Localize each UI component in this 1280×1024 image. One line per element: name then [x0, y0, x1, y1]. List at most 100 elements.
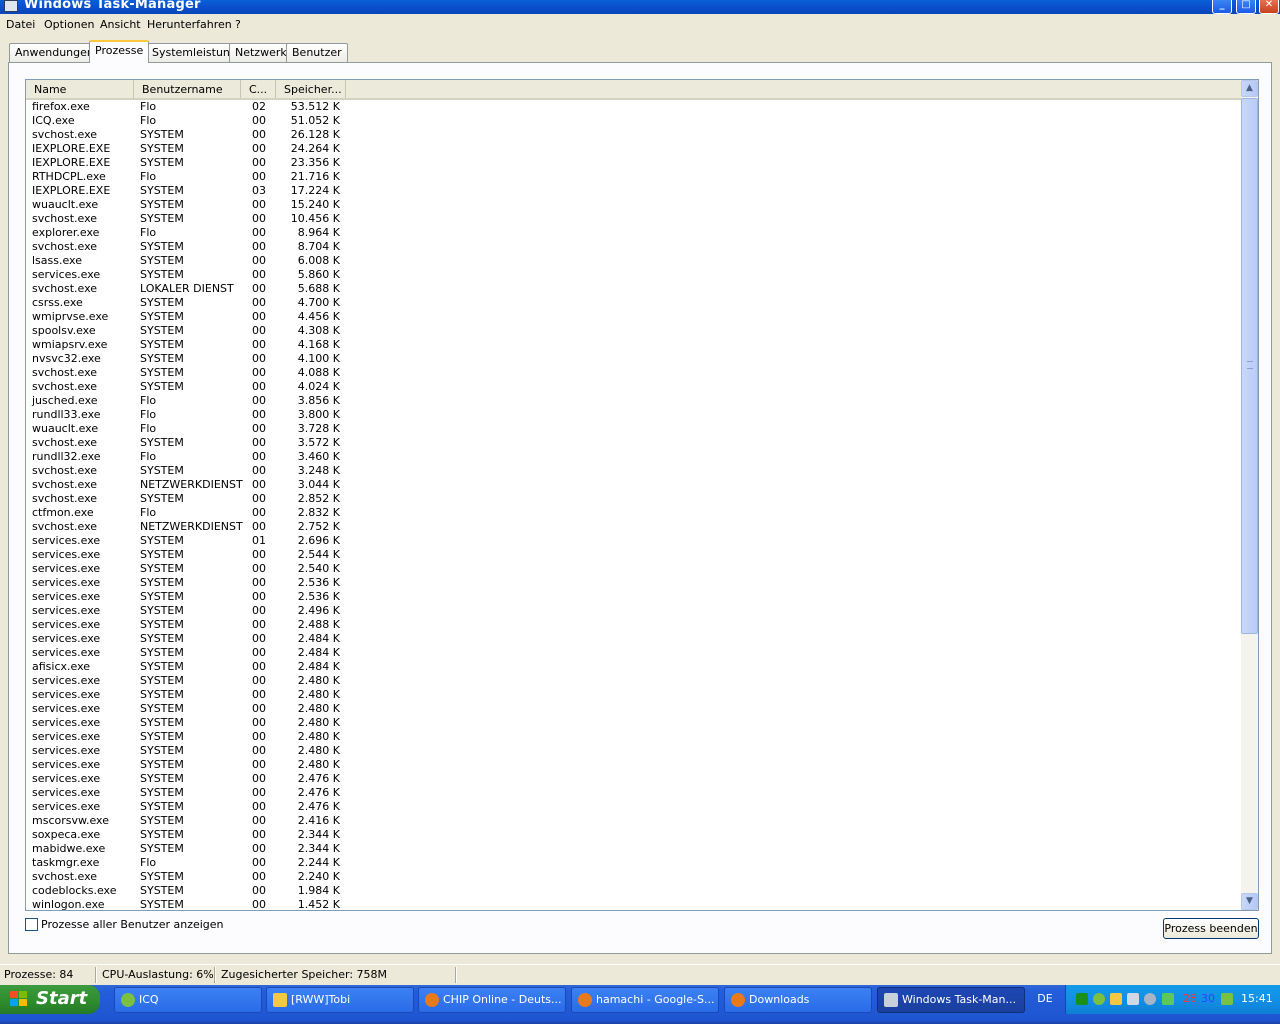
- table-row[interactable]: services.exe SYSTEM 00 2.536 K: [26, 576, 1243, 590]
- table-row[interactable]: services.exe SYSTEM 00 2.480 K: [26, 758, 1243, 772]
- column-header-username[interactable]: Benutzername: [134, 80, 241, 98]
- taskbar-button-rww-tobi[interactable]: [RWW]Tobi: [266, 987, 414, 1013]
- table-row[interactable]: svchost.exe SYSTEM 00 2.240 K: [26, 870, 1243, 884]
- table-row[interactable]: IEXPLORE.EXE SYSTEM 03 17.224 K: [26, 184, 1243, 198]
- table-row[interactable]: ctfmon.exe Flo 00 2.832 K: [26, 506, 1243, 520]
- table-row[interactable]: svchost.exe SYSTEM 00 8.704 K: [26, 240, 1243, 254]
- table-row[interactable]: services.exe SYSTEM 00 2.540 K: [26, 562, 1243, 576]
- table-row[interactable]: services.exe SYSTEM 01 2.696 K: [26, 534, 1243, 548]
- column-header-memory[interactable]: Speicher...: [276, 80, 346, 98]
- table-row[interactable]: svchost.exe SYSTEM 00 2.852 K: [26, 492, 1243, 506]
- table-row[interactable]: services.exe SYSTEM 00 2.488 K: [26, 618, 1243, 632]
- language-indicator[interactable]: DE: [1031, 990, 1059, 1008]
- tab-anwendungen[interactable]: Anwendungen: [9, 43, 100, 62]
- table-row[interactable]: svchost.exe SYSTEM 00 4.088 K: [26, 366, 1243, 380]
- tab-prozesse[interactable]: Prozesse: [89, 40, 150, 63]
- icq-tray-icon[interactable]: [1093, 993, 1105, 1005]
- checkbox-box[interactable]: [25, 918, 38, 931]
- taskbar-button-downloads[interactable]: Downloads: [724, 987, 872, 1013]
- table-row[interactable]: csrss.exe SYSTEM 00 4.700 K: [26, 296, 1243, 310]
- table-row[interactable]: services.exe SYSTEM 00 2.480 K: [26, 688, 1243, 702]
- network-icon[interactable]: [1144, 993, 1156, 1005]
- table-row[interactable]: services.exe SYSTEM 00 2.484 K: [26, 646, 1243, 660]
- table-row[interactable]: IEXPLORE.EXE SYSTEM 00 24.264 K: [26, 142, 1243, 156]
- table-row[interactable]: svchost.exe NETZWERKDIENST 00 2.752 K: [26, 520, 1243, 534]
- start-button[interactable]: Start: [0, 985, 100, 1014]
- maximize-button[interactable]: □: [1236, 0, 1256, 14]
- table-row[interactable]: services.exe SYSTEM 00 2.536 K: [26, 590, 1243, 604]
- table-row[interactable]: explorer.exe Flo 00 8.964 K: [26, 226, 1243, 240]
- table-row[interactable]: taskmgr.exe Flo 00 2.244 K: [26, 856, 1243, 870]
- table-row[interactable]: services.exe SYSTEM 00 2.476 K: [26, 800, 1243, 814]
- scroll-down-arrow-icon[interactable]: ▼: [1241, 893, 1258, 910]
- table-row[interactable]: mabidwe.exe SYSTEM 00 2.344 K: [26, 842, 1243, 856]
- table-row[interactable]: nvsvc32.exe SYSTEM 00 4.100 K: [26, 352, 1243, 366]
- table-row[interactable]: wuauclt.exe SYSTEM 00 15.240 K: [26, 198, 1243, 212]
- table-row[interactable]: mscorsvw.exe SYSTEM 00 2.416 K: [26, 814, 1243, 828]
- table-row[interactable]: services.exe SYSTEM 00 2.480 K: [26, 716, 1243, 730]
- table-row[interactable]: firefox.exe Flo 02 53.512 K: [26, 100, 1243, 114]
- end-process-button[interactable]: Prozess beenden: [1163, 918, 1259, 939]
- shield-icon[interactable]: [1110, 993, 1122, 1005]
- clock[interactable]: 15:41: [1241, 992, 1273, 1005]
- table-row[interactable]: codeblocks.exe SYSTEM 00 1.984 K: [26, 884, 1243, 898]
- menu-herunterfahren[interactable]: Herunterfahren: [147, 18, 232, 31]
- table-row[interactable]: spoolsv.exe SYSTEM 00 4.308 K: [26, 324, 1243, 338]
- table-row[interactable]: svchost.exe SYSTEM 00 10.456 K: [26, 212, 1243, 226]
- table-row[interactable]: jusched.exe Flo 00 3.856 K: [26, 394, 1243, 408]
- table-row[interactable]: services.exe SYSTEM 00 2.480 K: [26, 702, 1243, 716]
- cell-image-name: svchost.exe: [32, 240, 98, 253]
- menu-ansicht[interactable]: Ansicht: [100, 18, 141, 31]
- taskbar-button-icq[interactable]: ICQ: [114, 987, 262, 1013]
- table-row[interactable]: services.exe SYSTEM 00 2.480 K: [26, 674, 1243, 688]
- cell-memory: 24.264 K: [290, 142, 340, 155]
- tray-green-icon[interactable]: [1076, 993, 1088, 1005]
- taskbar-button-task-manager[interactable]: Windows Task-Man...: [877, 987, 1025, 1013]
- table-row[interactable]: winlogon.exe SYSTEM 00 1.452 K: [26, 898, 1243, 910]
- table-row[interactable]: services.exe SYSTEM 00 2.484 K: [26, 632, 1243, 646]
- table-row[interactable]: wmiprvse.exe SYSTEM 00 4.456 K: [26, 310, 1243, 324]
- table-row[interactable]: services.exe SYSTEM 00 5.860 K: [26, 268, 1243, 282]
- table-row[interactable]: svchost.exe SYSTEM 00 4.024 K: [26, 380, 1243, 394]
- speaker-icon[interactable]: [1127, 993, 1139, 1005]
- table-row[interactable]: wuauclt.exe Flo 00 3.728 K: [26, 422, 1243, 436]
- table-row[interactable]: soxpeca.exe SYSTEM 00 2.344 K: [26, 828, 1243, 842]
- menu-datei[interactable]: Datei: [6, 18, 35, 31]
- taskbar-button-chip-online[interactable]: CHIP Online - Deuts...: [418, 987, 566, 1013]
- table-row[interactable]: svchost.exe NETZWERKDIENST 00 3.044 K: [26, 478, 1243, 492]
- table-row[interactable]: services.exe SYSTEM 00 2.476 K: [26, 786, 1243, 800]
- nvidia-icon[interactable]: [1221, 993, 1233, 1005]
- table-row[interactable]: svchost.exe SYSTEM 00 26.128 K: [26, 128, 1243, 142]
- column-header-name[interactable]: Name: [26, 80, 134, 98]
- scrollbar-thumb[interactable]: [1241, 98, 1258, 634]
- table-row[interactable]: svchost.exe LOKALER DIENST 00 5.688 K: [26, 282, 1243, 296]
- table-row[interactable]: svchost.exe SYSTEM 00 3.248 K: [26, 464, 1243, 478]
- process-list[interactable]: Name Benutzername C... Speicher... firef…: [25, 79, 1259, 911]
- menu-optionen[interactable]: Optionen: [44, 18, 94, 31]
- table-row[interactable]: services.exe SYSTEM 00 2.480 K: [26, 744, 1243, 758]
- title-bar[interactable]: Windows Task-Manager _ □ ✕: [0, 0, 1280, 14]
- close-button[interactable]: ✕: [1259, 0, 1279, 14]
- vertical-scrollbar[interactable]: ▲ ▼: [1241, 80, 1258, 910]
- table-row[interactable]: afisicx.exe SYSTEM 00 2.484 K: [26, 660, 1243, 674]
- minimize-button[interactable]: _: [1212, 0, 1232, 14]
- taskbar-button-hamachi[interactable]: hamachi - Google-S...: [571, 987, 719, 1013]
- table-row[interactable]: services.exe SYSTEM 00 2.496 K: [26, 604, 1243, 618]
- table-row[interactable]: services.exe SYSTEM 00 2.476 K: [26, 772, 1243, 786]
- table-row[interactable]: services.exe SYSTEM 00 2.544 K: [26, 548, 1243, 562]
- table-row[interactable]: rundll33.exe Flo 00 3.800 K: [26, 408, 1243, 422]
- table-row[interactable]: IEXPLORE.EXE SYSTEM 00 23.356 K: [26, 156, 1243, 170]
- table-row[interactable]: svchost.exe SYSTEM 00 3.572 K: [26, 436, 1243, 450]
- table-row[interactable]: RTHDCPL.exe Flo 00 21.716 K: [26, 170, 1243, 184]
- table-row[interactable]: services.exe SYSTEM 00 2.480 K: [26, 730, 1243, 744]
- table-row[interactable]: wmiapsrv.exe SYSTEM 00 4.168 K: [26, 338, 1243, 352]
- table-row[interactable]: ICQ.exe Flo 00 51.052 K: [26, 114, 1243, 128]
- table-row[interactable]: rundll32.exe Flo 00 3.460 K: [26, 450, 1243, 464]
- scroll-up-arrow-icon[interactable]: ▲: [1241, 80, 1258, 97]
- table-row[interactable]: lsass.exe SYSTEM 00 6.008 K: [26, 254, 1243, 268]
- tray-updates-icon[interactable]: [1162, 993, 1174, 1005]
- tab-benutzer[interactable]: Benutzer: [286, 43, 348, 62]
- column-header-cpu[interactable]: C...: [241, 80, 276, 98]
- tab-netzwerk[interactable]: Netzwerk: [229, 43, 293, 62]
- menu-help[interactable]: ?: [235, 18, 241, 31]
